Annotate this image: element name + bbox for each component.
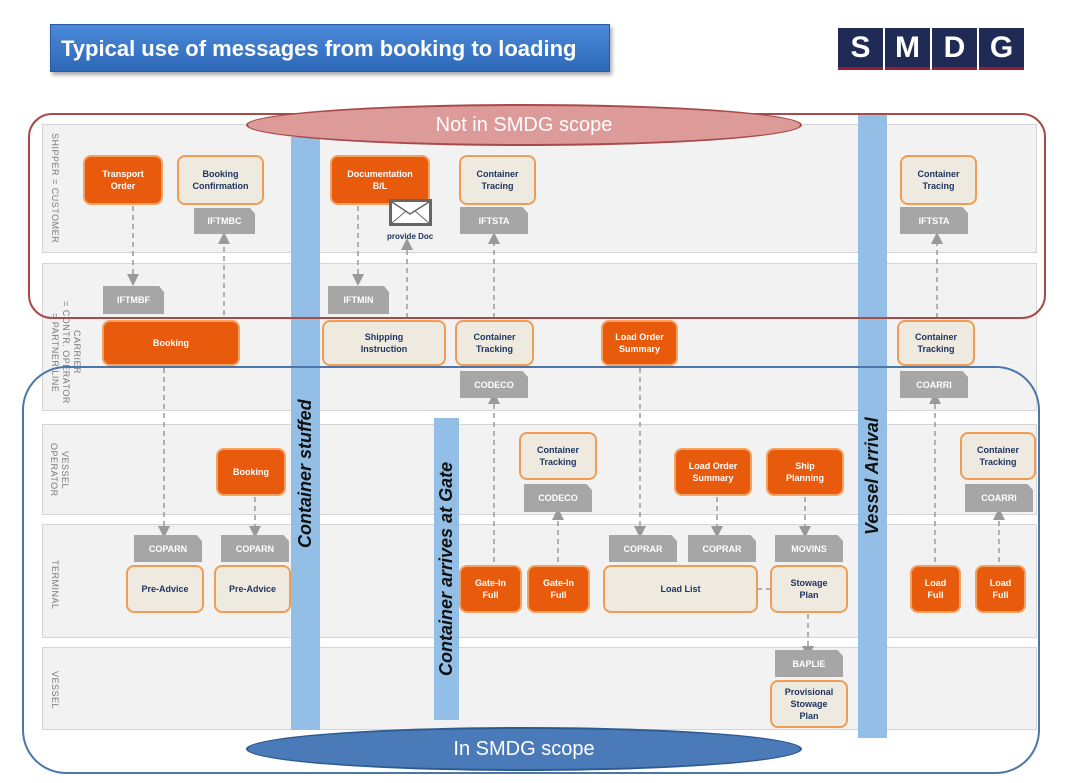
not-in-scope-text: Not in SMDG scope [435, 113, 613, 136]
not-in-scope-label: Not in SMDG scope [246, 104, 802, 146]
doc-shipping-instruction: Shipping Instruction [322, 320, 446, 366]
doc-container-tracking: Container Tracking [455, 320, 534, 366]
in-scope-region [22, 366, 1040, 774]
doc-container-tracking: Container Tracking [897, 320, 975, 366]
in-scope-label: In SMDG scope [246, 727, 802, 771]
activity-load-order-summary: Load Order Summary [601, 320, 678, 366]
in-scope-text: In SMDG scope [453, 737, 595, 760]
activity-booking: Booking [102, 320, 240, 366]
